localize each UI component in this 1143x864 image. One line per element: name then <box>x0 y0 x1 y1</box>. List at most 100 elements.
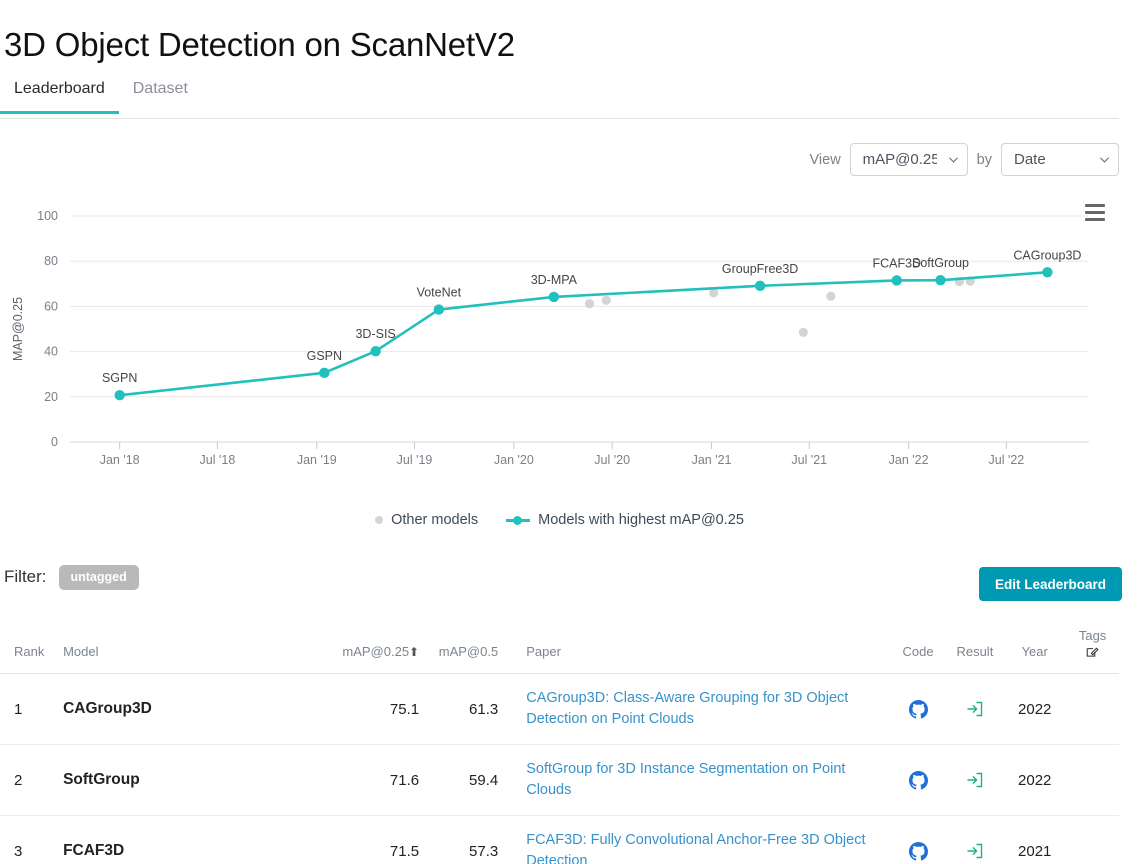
cell-paper: FCAF3D: Fully Convolutional Anchor-Free … <box>504 815 890 864</box>
y-axis-tick-label: 0 <box>51 435 58 449</box>
cell-map5: 59.4 <box>425 744 505 817</box>
cell-rank: 3 <box>0 815 52 864</box>
cell-map25: 75.1 <box>335 673 426 746</box>
cell-code <box>889 815 947 864</box>
tab-dataset-label: Dataset <box>132 80 188 97</box>
sota-point[interactable] <box>114 390 125 401</box>
cell-tags <box>1066 744 1119 817</box>
sota-point[interactable] <box>370 345 381 357</box>
chart-menu-icon[interactable] <box>1085 204 1105 221</box>
col-header-code[interactable]: Code <box>889 622 947 674</box>
cell-map5: 57.3 <box>425 815 505 864</box>
sota-point[interactable] <box>891 275 902 286</box>
col-header-map5[interactable]: mAP@0.5 <box>425 622 505 674</box>
group-select[interactable]: Date <box>1001 143 1119 176</box>
col-header-result[interactable]: Result <box>946 622 1004 674</box>
external-result-icon[interactable] <box>966 771 984 789</box>
chart-canvas: 0 20 40 60 80 100 MAP@0.25 Jan '18 Jul '18 Jan '1… <box>11 209 1089 467</box>
cell-year: 2021 <box>1003 815 1067 864</box>
col-header-map25-label: mAP@0.25 <box>342 644 410 659</box>
col-header-model[interactable]: Model <box>51 622 336 674</box>
col-header-tags-label: Tags <box>1078 628 1107 643</box>
sota-point[interactable] <box>433 304 445 315</box>
sota-point[interactable] <box>935 274 946 286</box>
by-label: by <box>976 151 992 168</box>
x-axis-tick-label: Jul '20 <box>594 453 630 467</box>
filter-label: Filter: <box>4 567 47 587</box>
cell-paper: SoftGroup for 3D Instance Segmentation o… <box>504 744 890 817</box>
sota-point[interactable] <box>754 280 766 292</box>
col-header-tags[interactable]: Tags <box>1066 622 1119 674</box>
external-result-icon[interactable] <box>966 842 984 860</box>
cell-model: CAGroup3D <box>51 673 336 746</box>
table-head: Rank Model mAP@0.25⬆ mAP@0.5 Paper Code … <box>0 622 1119 674</box>
sota-point-label: 3D-SIS <box>355 327 395 341</box>
github-icon[interactable] <box>908 770 928 790</box>
legend-item-other-models[interactable]: Other models <box>375 512 478 528</box>
x-axis-tick-label: Jan '19 <box>297 453 337 467</box>
table-row[interactable]: 1 CAGroup3D 75.1 61.3 CAGroup3D: Class-Aware… <box>0 673 1119 746</box>
other-model-point[interactable] <box>798 327 808 337</box>
cell-code <box>889 673 947 746</box>
sota-point[interactable] <box>1042 267 1053 278</box>
edit-pencil-icon[interactable] <box>1086 646 1099 659</box>
tab-leaderboard-label: Leaderboard <box>14 80 105 97</box>
col-header-rank[interactable]: Rank <box>0 622 52 674</box>
paper-link[interactable]: CAGroup3D: Class-Aware Grouping for 3D O… <box>526 688 883 730</box>
x-axis-tick-label: Jan '21 <box>692 453 732 467</box>
metric-select-wrapper: mAP@0.25mAP@0.5 <box>849 143 968 176</box>
cell-map5: 61.3 <box>425 673 505 746</box>
paper-link[interactable]: FCAF3D: Fully Convolutional Anchor-Free … <box>526 830 883 864</box>
page-title: 3D Object Detection on ScanNetV2 <box>4 26 515 64</box>
sota-point-label: GroupFree3D <box>722 262 798 276</box>
cell-rank: 1 <box>0 673 52 746</box>
table-row[interactable]: 2 SoftGroup 71.6 59.4 SoftGroup for 3D Insta… <box>0 744 1119 817</box>
y-axis-tick-label: 20 <box>44 390 58 404</box>
cell-tags <box>1066 815 1119 864</box>
group-select-wrapper: Date <box>1001 143 1119 176</box>
y-axis-tick-label: 100 <box>37 209 58 223</box>
cell-year: 2022 <box>1003 673 1067 746</box>
github-icon[interactable] <box>908 699 928 719</box>
sota-point-label: 3D-MPA <box>531 273 578 287</box>
legend-label-other-models: Other models <box>391 512 479 528</box>
sota-point-label: SoftGroup <box>912 256 969 270</box>
chart-view-controls: View mAP@0.25mAP@0.5 by Date <box>810 143 1119 176</box>
sort-ascending-icon: ⬆ <box>409 645 420 659</box>
y-axis-tick-label: 60 <box>44 299 58 313</box>
cell-result <box>946 673 1004 746</box>
legend-item-highest-map[interactable]: Models with highest mAP@0.25 <box>506 512 744 528</box>
filter-tag-untagged[interactable]: untagged <box>58 565 139 590</box>
cell-result <box>946 744 1004 817</box>
edit-leaderboard-button[interactable]: Edit Leaderboard <box>978 567 1122 601</box>
cell-rank: 2 <box>0 744 52 817</box>
other-model-point[interactable] <box>584 299 595 309</box>
chart-legend: Other models Models with highest mAP@0.2… <box>0 512 1119 528</box>
sota-point[interactable] <box>548 291 560 303</box>
github-icon[interactable] <box>908 841 928 861</box>
other-model-point[interactable] <box>826 291 836 301</box>
table-row[interactable]: 3 FCAF3D 71.5 57.3 FCAF3D: Fully Convolution… <box>0 815 1119 864</box>
x-axis-tick-label: Jan '20 <box>494 453 534 467</box>
col-header-map25[interactable]: mAP@0.25⬆ <box>335 622 426 674</box>
x-axis-tick-label: Jul '22 <box>989 453 1025 467</box>
sota-point-label: SGPN <box>102 371 137 385</box>
sota-point[interactable] <box>319 367 330 379</box>
col-header-paper[interactable]: Paper <box>504 622 890 674</box>
cell-tags <box>1066 673 1119 746</box>
other-model-point[interactable] <box>601 295 611 305</box>
paper-link[interactable]: SoftGroup for 3D Instance Segmentation o… <box>526 759 883 801</box>
tab-bar: Leaderboard Dataset <box>0 74 1119 119</box>
table-header-row: Rank Model mAP@0.25⬆ mAP@0.5 Paper Code … <box>0 622 1119 674</box>
leaderboard-table: Rank Model mAP@0.25⬆ mAP@0.5 Paper Code … <box>0 622 1119 864</box>
metric-select[interactable]: mAP@0.25mAP@0.5 <box>849 143 968 176</box>
tab-dataset[interactable]: Dataset <box>119 74 202 113</box>
sota-line <box>118 270 1049 397</box>
tab-leaderboard[interactable]: Leaderboard <box>0 74 119 114</box>
y-axis-tick-label: 40 <box>44 345 58 359</box>
external-result-icon[interactable] <box>966 700 984 718</box>
cell-year: 2022 <box>1003 744 1067 817</box>
col-header-year[interactable]: Year <box>1003 622 1067 674</box>
x-axis-tick-label: Jul '18 <box>200 453 236 467</box>
cell-result <box>946 815 1004 864</box>
